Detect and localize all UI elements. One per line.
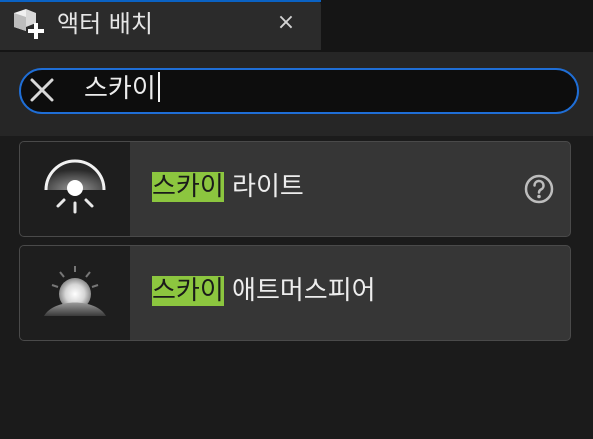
text-caret xyxy=(157,72,160,102)
search-match-highlight: 스카이 xyxy=(152,172,224,202)
result-icon-box xyxy=(20,142,130,236)
search-query[interactable]: 스카이 xyxy=(84,71,160,107)
result-item-sky-atmosphere[interactable]: 스카이 애트머스피어 xyxy=(19,245,571,341)
sky-atmosphere-icon xyxy=(44,266,106,316)
result-label: 스카이 라이트 xyxy=(152,169,304,205)
result-icon-box xyxy=(20,246,130,340)
tab-title: 액터 배치 xyxy=(57,10,153,38)
tab-close-button[interactable]: × xyxy=(272,9,300,37)
sky-light-icon xyxy=(44,159,106,214)
result-item-sky-light[interactable]: 스카이 라이트 xyxy=(19,141,571,237)
result-label: 스카이 애트머스피어 xyxy=(152,273,376,309)
place-actor-icon xyxy=(14,9,44,39)
help-question-icon[interactable] xyxy=(523,173,555,205)
search-match-highlight: 스카이 xyxy=(152,276,224,306)
search-query-text: 스카이 xyxy=(84,74,156,104)
result-label-rest: 애트머스피어 xyxy=(223,276,376,306)
result-label-rest: 라이트 xyxy=(223,172,304,202)
tab-active-indicator xyxy=(0,0,321,2)
clear-x-icon[interactable] xyxy=(29,77,55,103)
tab-place-actors[interactable]: 액터 배치 × xyxy=(0,0,321,50)
